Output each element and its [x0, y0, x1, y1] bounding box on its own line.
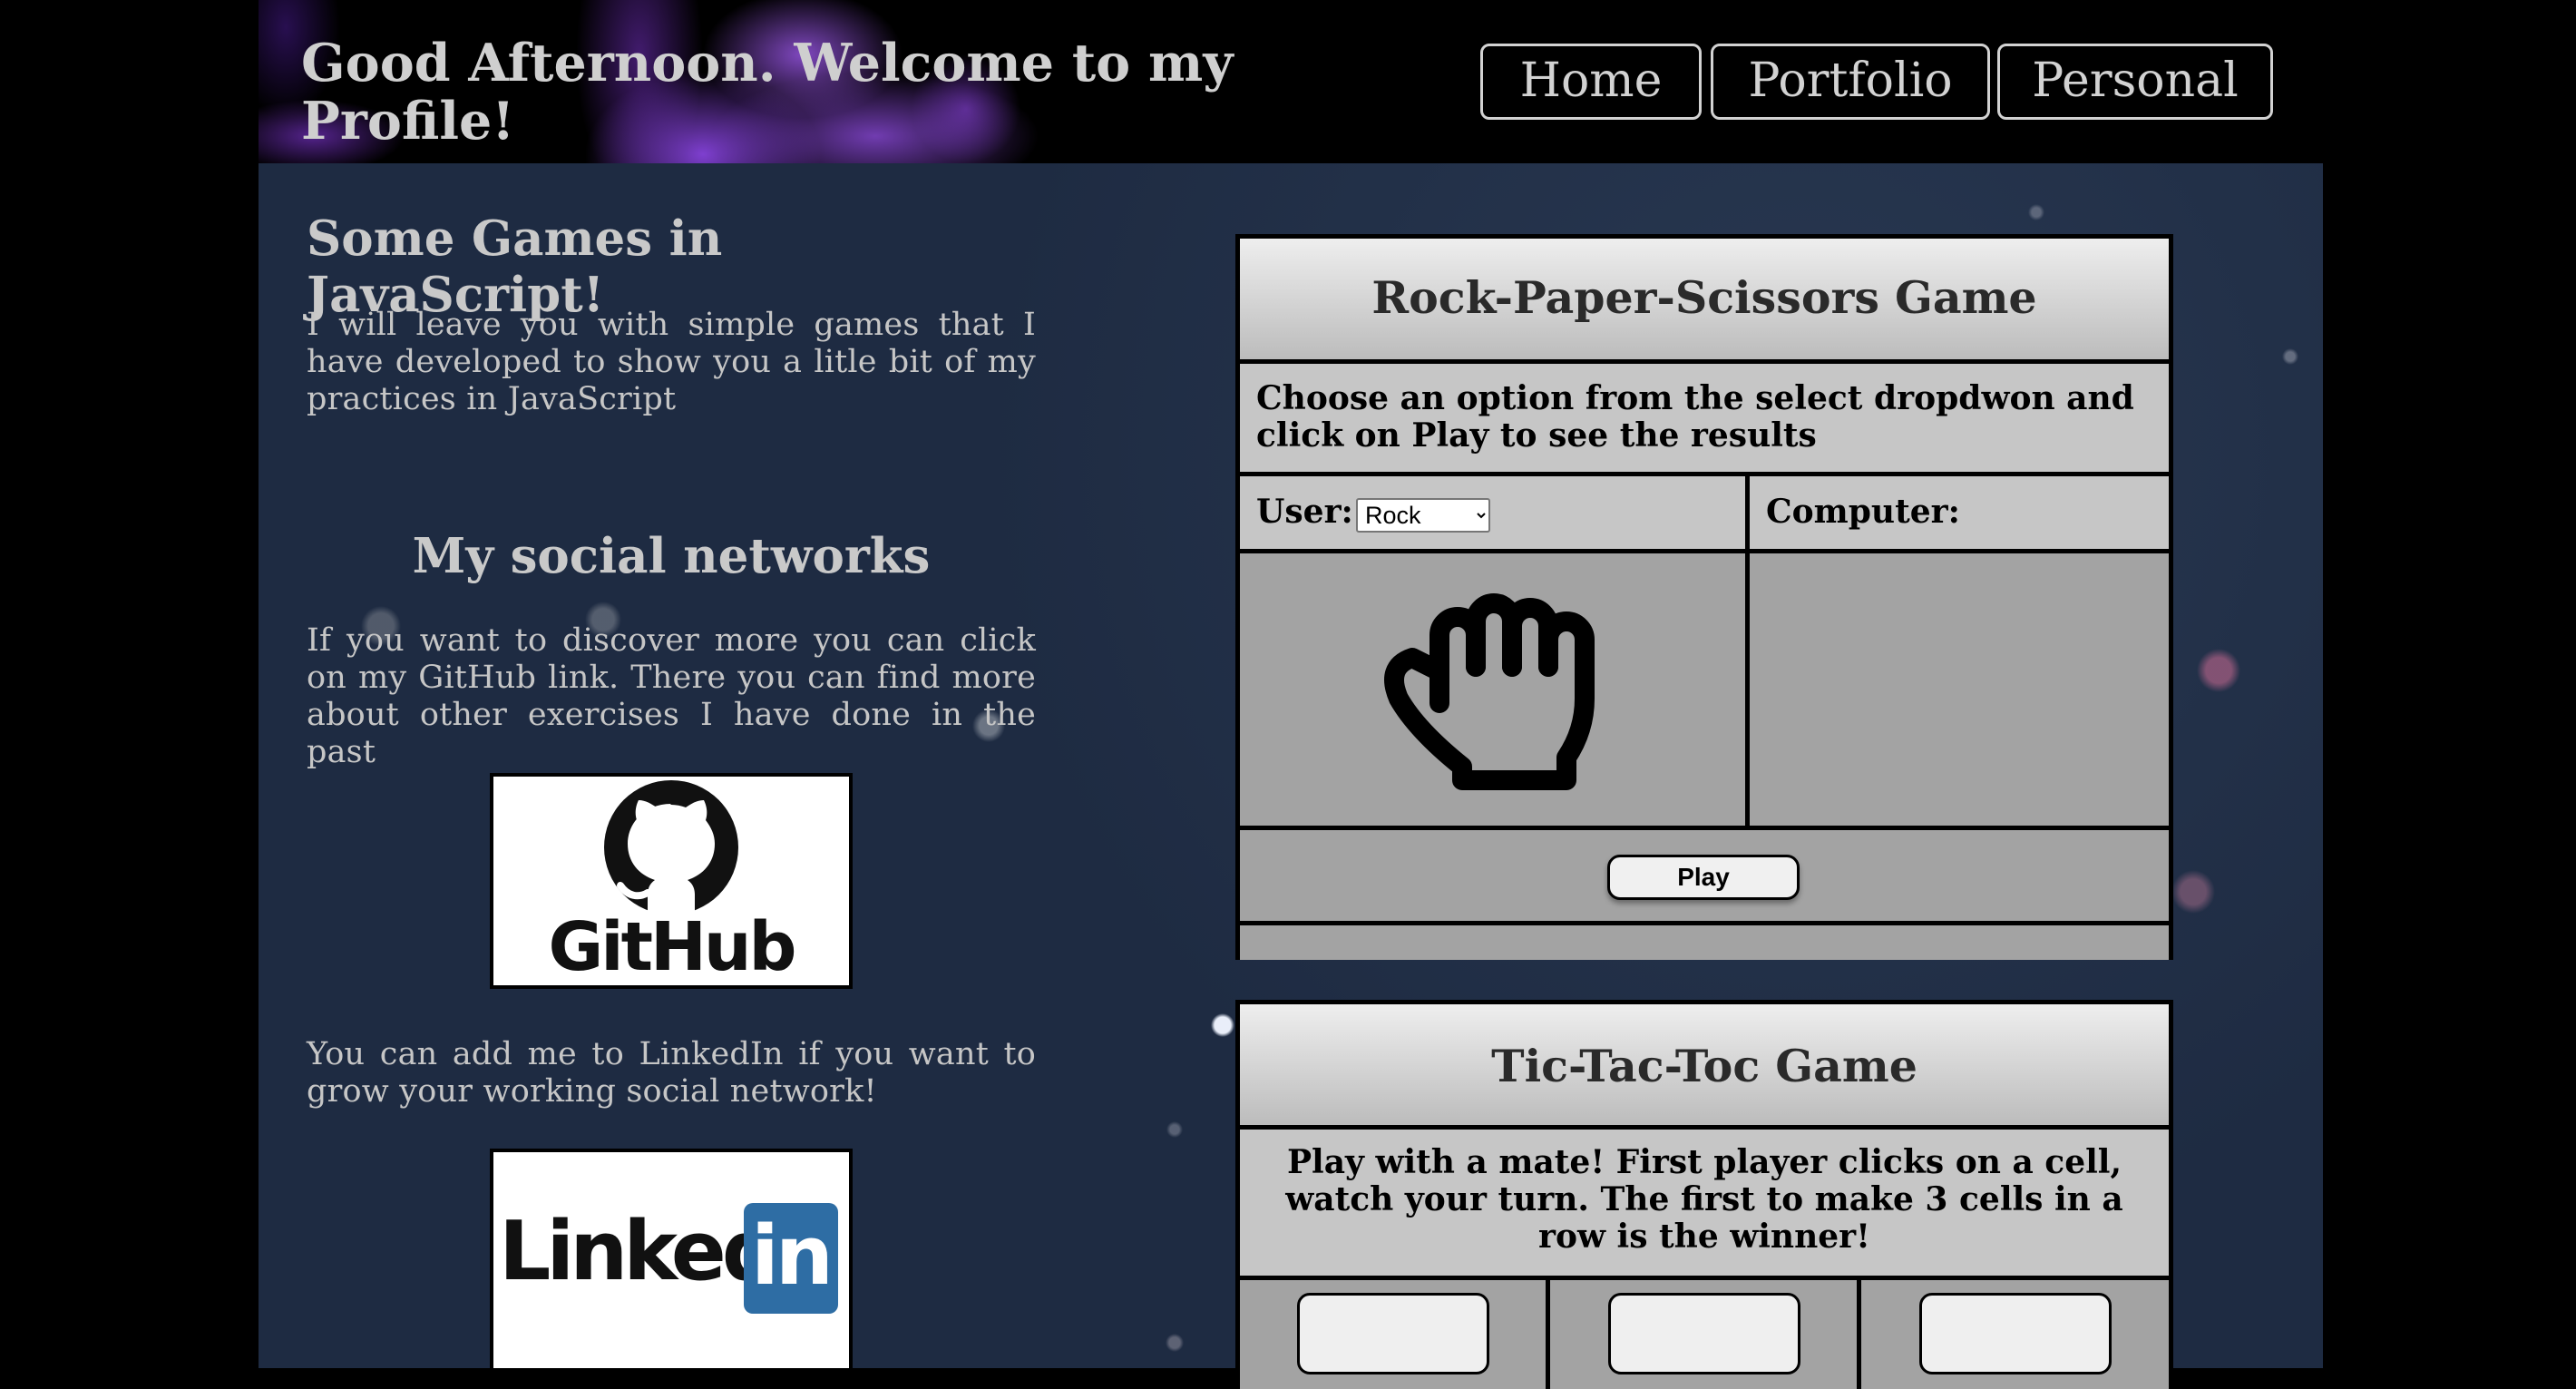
rps-choice-select[interactable]: Rock	[1356, 498, 1490, 533]
ttt-cell-2[interactable]	[1608, 1293, 1800, 1374]
ttt-board-divider-2	[1857, 1280, 1861, 1389]
rps-play-row: Play	[1240, 830, 2169, 925]
ttt-cell-1[interactable]	[1297, 1293, 1489, 1374]
linkedin-in-badge: in	[744, 1203, 838, 1314]
github-text: If you want to discover more you can cli…	[307, 622, 1036, 770]
github-logo-text: GitHub	[548, 908, 796, 986]
nav-portfolio-button[interactable]: Portfolio	[1711, 44, 1990, 120]
rps-game-panel: Rock-Paper-Scissors Game Choose an optio…	[1235, 234, 2173, 960]
ttt-description: Play with a mate! First player clicks on…	[1240, 1130, 2169, 1280]
rps-computer-cell: Computer:	[1750, 476, 2169, 553]
rps-description: Choose an option from the select dropdwo…	[1240, 364, 2169, 476]
games-section-text: I will leave you with simple games that …	[307, 307, 1036, 417]
rps-title: Rock-Paper-Scissors Game	[1240, 239, 2169, 364]
rps-user-cell: User: Rock	[1240, 476, 1750, 553]
user-label: User:	[1256, 493, 1353, 531]
play-button[interactable]: Play	[1607, 855, 1800, 900]
nav-personal-button[interactable]: Personal	[1997, 44, 2273, 120]
ttt-title: Tic-Tac-Toc Game	[1240, 1004, 2169, 1130]
linkedin-text: You can add me to LinkedIn if you want t…	[307, 1036, 1036, 1110]
linkedin-logo-text: Linked	[499, 1204, 780, 1299]
rps-user-result	[1240, 553, 1750, 830]
ttt-cell-3[interactable]	[1919, 1293, 2112, 1374]
linkedin-link[interactable]: Linked in	[490, 1149, 853, 1368]
social-section-title: My social networks	[412, 528, 931, 584]
nav-home-button[interactable]: Home	[1480, 44, 1702, 120]
ttt-board-divider-1	[1546, 1280, 1550, 1389]
page-greeting: Good Afternoon. Welcome to my Profile!	[301, 33, 1234, 152]
github-link[interactable]: GitHub	[490, 773, 853, 989]
linkedin-in-text: in	[751, 1208, 834, 1304]
fist-icon	[1384, 593, 1595, 790]
rps-result-row	[1240, 925, 2169, 960]
computer-label: Computer:	[1766, 493, 1960, 531]
rps-computer-result	[1750, 553, 2169, 830]
